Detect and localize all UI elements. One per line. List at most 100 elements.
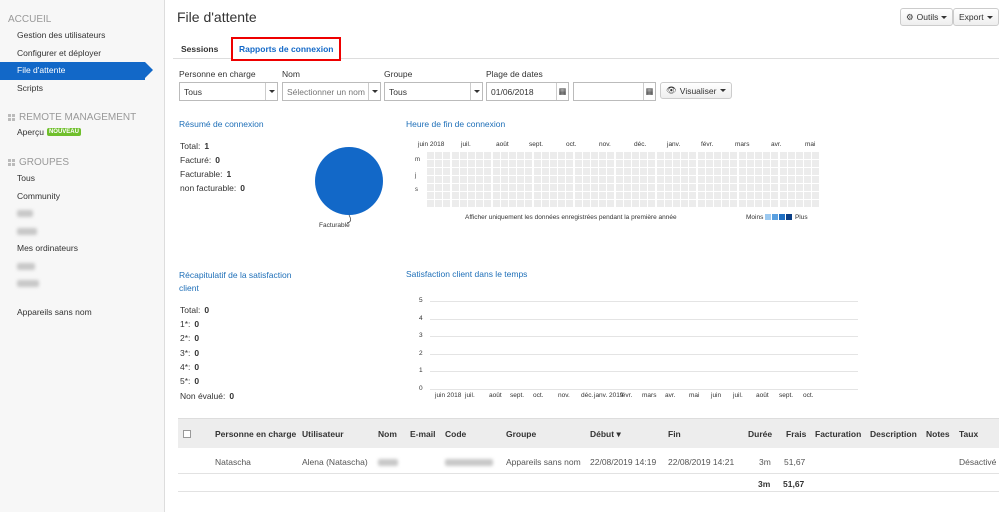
heatmap-cell xyxy=(689,176,697,183)
heatmap-cell xyxy=(525,192,533,199)
satisfaction-row-label: 3*: xyxy=(180,348,191,358)
satisfaction-row-value: 0 xyxy=(194,319,200,329)
groupe-select[interactable]: Tous xyxy=(384,82,483,101)
table-column-header[interactable]: Groupe xyxy=(506,429,536,439)
sidebar-group-tous[interactable]: Tous xyxy=(0,170,165,188)
heatmap-cell xyxy=(738,160,746,167)
date-from-value: 01/06/2018 xyxy=(491,86,534,97)
table-column-header[interactable]: Description xyxy=(870,429,917,439)
tab-rapports[interactable]: Rapports de connexion xyxy=(231,37,342,61)
personne-select[interactable]: Tous xyxy=(179,82,278,101)
heatmap-cell xyxy=(435,200,443,207)
heatmap-cell xyxy=(550,192,557,199)
table-column-header[interactable]: Durée xyxy=(748,429,772,439)
table-column-header[interactable]: Taux xyxy=(959,429,978,439)
resume-row-label: Facturé: xyxy=(180,155,212,165)
nom-select[interactable]: Sélectionner un nom xyxy=(282,82,381,101)
date-from-field[interactable]: 01/06/2018 ▦ xyxy=(486,82,569,101)
satisfaction-row: 3*: 0 xyxy=(180,348,199,358)
calendar-icon[interactable]: ▦ xyxy=(556,83,568,100)
heatmap-cell xyxy=(812,168,820,175)
select-all-checkbox[interactable] xyxy=(183,430,191,438)
heatmap-cell xyxy=(763,184,771,191)
heatmap-cell xyxy=(500,176,508,183)
table-column-header[interactable]: Personne en charge xyxy=(215,429,296,439)
heatmap-cell xyxy=(771,200,779,207)
sidebar-item-deploy[interactable]: Configurer et déployer xyxy=(0,45,165,63)
heatmap-cell xyxy=(476,184,484,191)
heatmap-cell xyxy=(591,176,598,183)
heatmap-cell xyxy=(517,168,525,175)
heatmap-cell xyxy=(714,152,721,159)
heatmap-cell xyxy=(689,152,697,159)
tools-button[interactable]: ⚙ Outils xyxy=(900,8,954,26)
table-column-header[interactable]: Frais xyxy=(786,429,806,439)
heatmap-cell xyxy=(591,184,598,191)
heatmap-cell xyxy=(476,176,484,183)
heatmap-cell xyxy=(697,176,705,183)
sidebar-group-redacted-1[interactable] xyxy=(0,205,165,223)
heatmap-cell xyxy=(648,152,656,159)
heatmap-cell xyxy=(623,168,631,175)
heatmap-cell xyxy=(615,176,623,183)
sidebar-item-users[interactable]: Gestion des utilisateurs xyxy=(0,27,165,45)
heatmap-cell xyxy=(451,184,459,191)
table-column-header[interactable]: Nom xyxy=(378,429,397,439)
heatmap-cell xyxy=(673,152,680,159)
table-column-header[interactable]: E-mail xyxy=(410,429,436,439)
sidebar-group-redacted-3[interactable] xyxy=(0,258,165,276)
heatmap-cell xyxy=(492,200,500,207)
heatmap-cell xyxy=(664,200,672,207)
heatmap-cell xyxy=(746,200,754,207)
table-column-header[interactable]: Fin xyxy=(668,429,681,439)
visualiser-button[interactable]: 👁 Visualiser xyxy=(660,82,732,99)
calendar-icon[interactable]: ▦ xyxy=(643,83,655,100)
heatmap-cell xyxy=(779,192,787,199)
satisfaction-row-value: 0 xyxy=(194,348,200,358)
sidebar-item-apercu[interactable]: Aperçu NOUVEAU xyxy=(0,124,81,142)
heatmap-cell xyxy=(468,168,475,175)
table-column-header[interactable]: Code xyxy=(445,429,466,439)
sidebar-item-queue[interactable]: File d'attente xyxy=(0,62,153,80)
heatmap-month-label: déc. xyxy=(634,141,647,148)
heatmap-cell xyxy=(607,192,615,199)
resume-row: Facturable: 1 xyxy=(180,169,231,179)
heatmap-cell xyxy=(738,184,746,191)
table-column-header[interactable]: Notes xyxy=(926,429,950,439)
heatmap-cell xyxy=(517,192,525,199)
heatmap-cell xyxy=(615,184,623,191)
chart-y-tick-label: 1 xyxy=(419,367,423,375)
legend-swatch xyxy=(765,214,772,221)
heatmap-cell xyxy=(787,160,795,167)
heatmap-cell xyxy=(714,200,721,207)
heatmap-cell xyxy=(804,176,812,183)
heatmap-cell xyxy=(492,152,500,159)
heatmap-cell xyxy=(812,176,820,183)
heatmap-cell xyxy=(451,152,459,159)
heatmap-cell xyxy=(632,176,639,183)
heatmap-cell xyxy=(435,184,443,191)
heatmap-cell xyxy=(599,152,607,159)
heatmap-cell xyxy=(451,160,459,167)
heatmap-cell xyxy=(591,168,598,175)
heatmap-legend: Moins Plus xyxy=(746,214,808,221)
heatmap-cell xyxy=(459,192,467,199)
heatmap-cell xyxy=(492,160,500,167)
heatmap-cell xyxy=(722,184,730,191)
date-to-field[interactable]: ▦ xyxy=(573,82,656,101)
sidebar-group-redacted-4[interactable] xyxy=(0,275,165,293)
tab-sessions[interactable]: Sessions xyxy=(173,40,226,58)
heatmap-cell xyxy=(771,176,779,183)
export-button[interactable]: Export xyxy=(953,8,999,26)
sidebar-item-scripts[interactable]: Scripts xyxy=(0,80,165,98)
heatmap-cell xyxy=(681,160,689,167)
sidebar-group-community[interactable]: Community xyxy=(0,188,165,206)
sidebar-group-appareils[interactable]: Appareils sans nom xyxy=(0,304,92,322)
heatmap-cell xyxy=(451,200,459,207)
table-column-header[interactable]: Début ▾ xyxy=(590,429,621,440)
sidebar-group-mes-ordinateurs[interactable]: Mes ordinateurs xyxy=(0,240,165,258)
sidebar-group-redacted-2[interactable] xyxy=(0,223,165,241)
heatmap-cell xyxy=(722,192,730,199)
table-column-header[interactable]: Utilisateur xyxy=(302,429,344,439)
table-column-header[interactable]: Facturation xyxy=(815,429,861,439)
